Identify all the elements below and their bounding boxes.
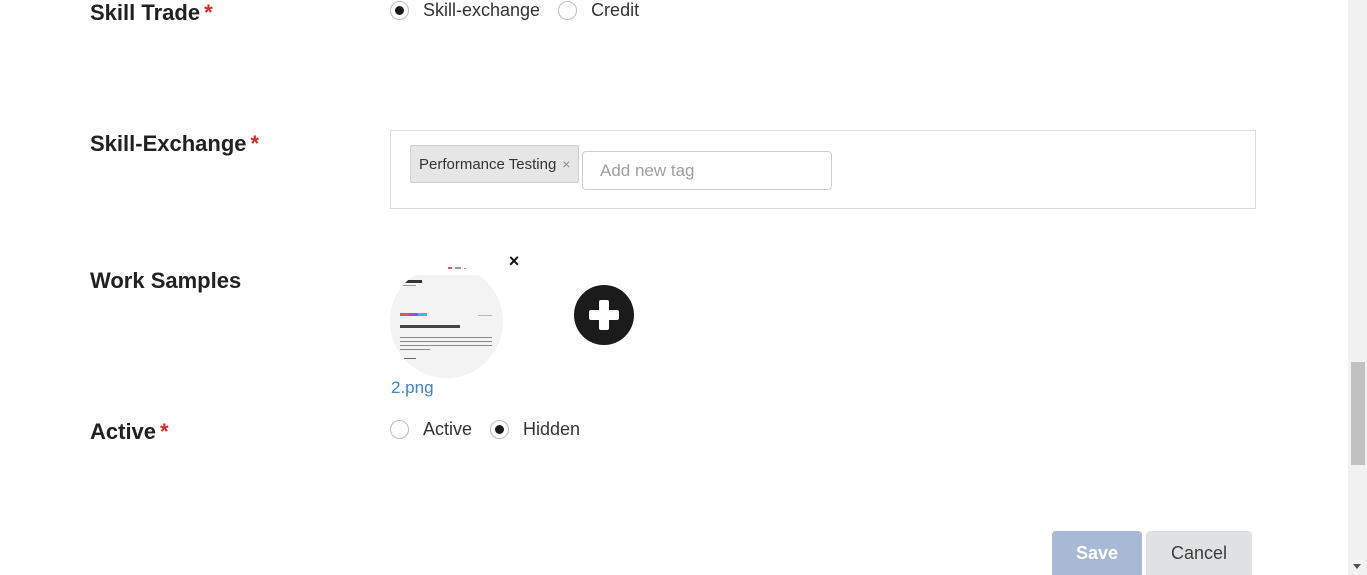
hidden-radio-label[interactable]: Hidden [523,419,580,440]
work-sample-thumbnail[interactable] [390,265,503,378]
work-samples-label-text: Work Samples [90,268,242,293]
skill-exchange-radio-label[interactable]: Skill-exchange [423,0,540,21]
work-samples-label: Work Samples [90,268,241,294]
skill-trade-radio-group: Skill-exchange Credit [390,0,657,21]
save-button[interactable]: Save [1052,531,1142,575]
remove-sample-icon[interactable]: × [504,251,524,271]
active-label: Active * [90,419,169,445]
active-radio[interactable] [390,420,409,439]
skill-exchange-radio[interactable] [390,1,409,20]
tag-remove-icon[interactable]: × [562,156,570,172]
scrollbar-thumb[interactable] [1351,362,1365,465]
scroll-down-arrow-icon[interactable] [1353,564,1361,569]
add-tag-input[interactable] [582,151,832,190]
vertical-scrollbar[interactable] [1348,0,1367,575]
required-mark: * [204,0,213,25]
required-mark: * [250,131,260,156]
active-radio-label[interactable]: Active [423,419,472,440]
active-label-text: Active [90,419,157,444]
skill-exchange-label-text: Skill-Exchange [90,131,247,156]
skill-trade-label: Skill Trade * [90,0,213,26]
skill-trade-label-text: Skill Trade [90,0,201,25]
work-sample-preview-image [390,265,503,378]
tag-input-container[interactable]: Performance Testing × [390,130,1256,209]
tag-label: Performance Testing [419,155,557,173]
sample-file-link[interactable]: 2.png [391,378,434,398]
credit-radio-label[interactable]: Credit [591,0,639,21]
active-radio-group: Active Hidden [390,419,598,440]
hidden-radio[interactable] [490,420,510,439]
skill-exchange-label: Skill-Exchange * [90,131,259,157]
tag-chip: Performance Testing × [410,145,580,183]
required-mark: * [160,419,169,444]
add-sample-button[interactable] [574,285,634,345]
credit-radio[interactable] [558,1,578,20]
cancel-button[interactable]: Cancel [1146,531,1252,575]
